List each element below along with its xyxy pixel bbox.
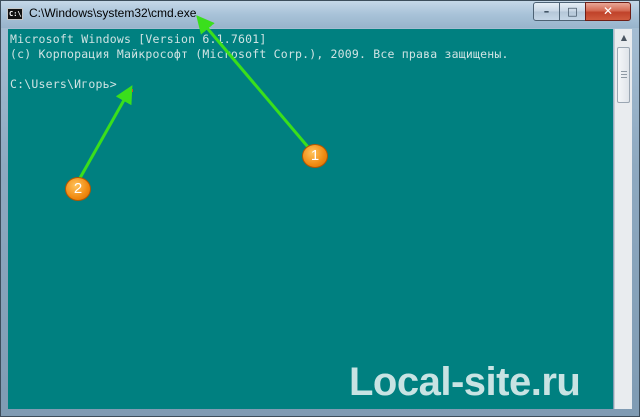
window-title: C:\Windows\system32\cmd.exe: [29, 6, 197, 20]
minimize-button[interactable]: –: [533, 2, 560, 21]
console-prompt: C:\Users\Игорь>: [10, 77, 117, 91]
maximize-button[interactable]: □: [559, 2, 586, 21]
annotation-badge-1: 1: [302, 144, 328, 168]
text-cursor: [127, 89, 133, 92]
console-line-version: Microsoft Windows [Version 6.1.7601]: [10, 32, 267, 46]
console-area[interactable]: Microsoft Windows [Version 6.1.7601] (c)…: [8, 29, 613, 409]
watermark-logo: Local-site.ru: [349, 360, 581, 404]
cmd-window: C:\ C:\Windows\system32\cmd.exe – □ ✕ Mi…: [0, 0, 640, 417]
annotation-badge-2: 2: [65, 177, 91, 201]
scroll-up-arrow-icon[interactable]: ▲: [616, 29, 632, 46]
title-bar[interactable]: C:\ C:\Windows\system32\cmd.exe – □ ✕: [1, 1, 639, 28]
vertical-scrollbar[interactable]: ▲: [614, 29, 632, 409]
close-button[interactable]: ✕: [585, 2, 631, 21]
scroll-thumb[interactable]: [617, 47, 630, 103]
console-line-copyright: (c) Корпорация Майкрософт (Microsoft Cor…: [10, 47, 509, 61]
thumb-grip-line: [621, 77, 627, 78]
cmd-app-icon[interactable]: C:\: [7, 8, 23, 20]
thumb-grip-line: [621, 74, 627, 75]
thumb-grip-line: [621, 71, 627, 72]
